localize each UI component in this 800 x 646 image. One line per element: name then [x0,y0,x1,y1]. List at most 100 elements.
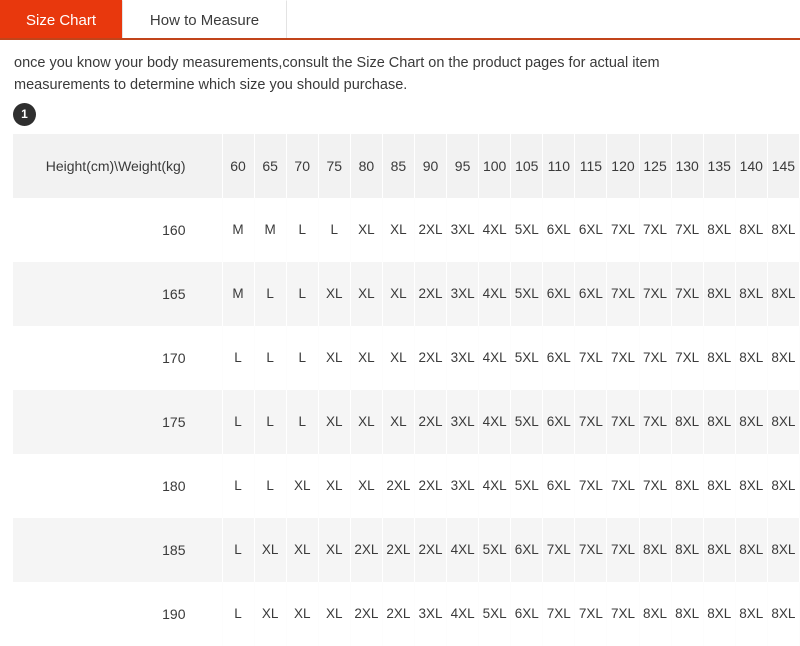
size-cell: L [253,325,287,390]
size-cell: XL [349,197,383,262]
size-chart-table-body: 160 M M L L XL XL 2XL 3XL 4XL 5XL 6XL 6XL 7XL 7XL 7XL 8X… [13,197,800,646]
size-cell: XL [381,197,415,262]
size-cell: 6XL [542,325,576,390]
size-cell: 7XL [638,261,672,326]
table-row: 160 M M L L XL XL 2XL 3XL 4XL 5XL 6XL 6XL 7XL 7XL 7XL 8X… [13,197,800,262]
size-cell: 6XL [542,453,576,518]
header-weight-145: 145 [766,133,800,198]
size-cell: 8XL [734,581,768,646]
size-cell: 2XL [381,453,415,518]
size-cell: 8XL [702,517,736,582]
size-cell: 8XL [702,453,736,518]
size-cell: 2XL [381,581,415,646]
size-cell: 4XL [446,581,480,646]
size-cell: L [285,197,319,262]
size-cell: 7XL [606,389,640,454]
size-cell: 4XL [446,517,480,582]
size-cell: 7XL [670,261,704,326]
header-weight-75: 75 [317,133,351,198]
size-cell: 5XL [510,325,544,390]
tab-size-chart[interactable]: Size Chart [0,0,122,40]
size-cell: 7XL [638,325,672,390]
header-weight-70: 70 [285,133,319,198]
size-cell: M [253,197,287,262]
row-height-180: 180 [162,477,186,494]
tab-how-to-measure[interactable]: How to Measure [122,0,287,40]
size-cell: XL [285,453,319,518]
header-weight-140: 140 [734,133,768,198]
size-cell: 5XL [478,517,512,582]
size-cell: 8XL [766,453,800,518]
step-badge-row: 1 [0,97,800,134]
size-cell: 3XL [446,325,480,390]
size-cell: XL [285,517,319,582]
header-corner-label: Height(cm)\Weight(kg) [45,157,186,174]
size-cell: 6XL [542,389,576,454]
size-cell: 2XL [413,197,448,262]
size-cell: 6XL [542,261,576,326]
size-chart-table-head: Height(cm)\Weight(kg) 60 65 70 75 80 85 90 95 10… [13,133,800,198]
size-cell: XL [317,261,351,326]
size-cell: 3XL [446,389,480,454]
size-cell: 8XL [766,517,800,582]
size-cell: 7XL [606,261,640,326]
size-cell: 8XL [670,581,704,646]
size-cell: 7XL [606,325,640,390]
size-cell: 7XL [574,517,608,582]
header-weight-115: 115 [574,133,608,198]
header-weight-80: 80 [349,133,383,198]
header-weight-65: 65 [253,133,287,198]
header-weight-90: 90 [413,133,448,198]
size-cell: XL [253,581,287,646]
size-cell: 7XL [574,453,608,518]
tab-size-chart-label: Size Chart [25,11,97,29]
size-cell: XL [349,389,383,454]
header-weight-95: 95 [446,133,480,198]
size-cell: 6XL [542,197,576,262]
size-chart-table: Height(cm)\Weight(kg) 60 65 70 75 80 85 90 95 10… [13,133,800,646]
size-cell: L [285,261,319,326]
size-cell: 7XL [574,389,608,454]
size-cell: L [253,261,287,326]
row-height-160: 160 [162,221,186,238]
size-cell: 7XL [574,581,608,646]
size-cell: 6XL [574,261,608,326]
header-weight-110: 110 [542,133,576,198]
size-cell: 8XL [670,517,704,582]
size-cell: 2XL [413,261,448,326]
size-cell: 8XL [702,389,736,454]
size-cell: 8XL [702,197,736,262]
size-cell: L [221,389,255,454]
size-cell: 2XL [413,389,448,454]
size-cell: 3XL [446,453,480,518]
table-row: 190 L XL XL XL 2XL 2XL 3XL 4XL 5XL 6XL 7XL 7XL 7XL 8XL… [13,581,800,646]
size-cell: 4XL [478,389,512,454]
size-cell: 6XL [510,581,544,646]
size-cell: XL [349,453,383,518]
table-header-row: Height(cm)\Weight(kg) 60 65 70 75 80 85 90 95 10… [13,133,800,198]
tab-bar: Size Chart How to Measure [0,0,800,40]
size-cell: 8XL [766,581,800,646]
header-weight-125: 125 [638,133,672,198]
size-cell: 8XL [670,453,704,518]
size-cell: 5XL [510,453,544,518]
size-cell: 8XL [734,261,768,326]
size-cell: 7XL [606,581,640,646]
size-cell: 8XL [734,325,768,390]
size-cell: 4XL [478,197,512,262]
size-cell: 7XL [606,517,640,582]
size-cell: XL [285,581,319,646]
size-cell: XL [317,389,351,454]
size-cell: L [253,389,287,454]
size-cell: 2XL [413,453,448,518]
table-row: 185 L XL XL XL 2XL 2XL 2XL 4XL 5XL 6XL 7XL 7XL 7XL 8XL… [13,517,800,582]
header-weight-60: 60 [221,133,255,198]
size-cell: 7XL [670,197,704,262]
size-cell: 5XL [510,389,544,454]
size-cell: 2XL [413,517,448,582]
size-cell: 8XL [766,197,800,262]
size-cell: L [221,581,255,646]
size-cell: L [221,325,255,390]
header-weight-135: 135 [702,133,736,198]
size-cell: 2XL [349,581,383,646]
